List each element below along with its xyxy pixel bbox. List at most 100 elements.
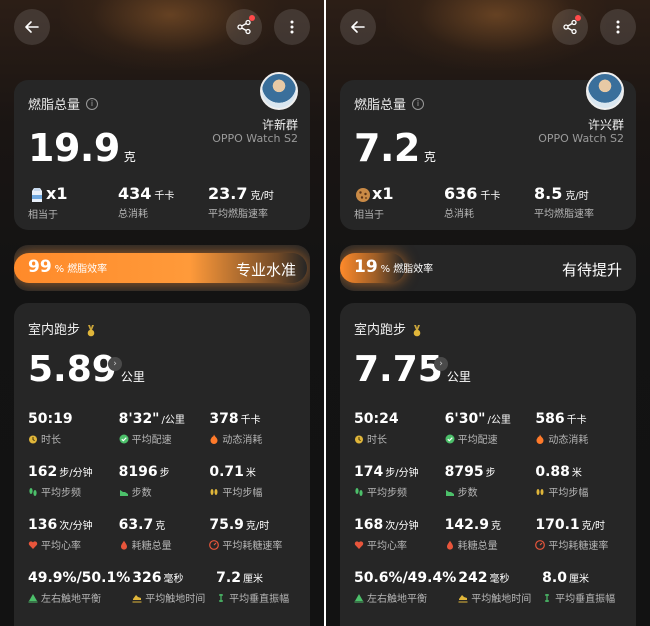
metric-item[interactable]: 0.88 米平均步幅 [535,464,626,517]
metric-item[interactable]: 50:19 时长 [28,411,119,464]
workout-card: 室内跑步 7.75 公里 › 50:24 时长 6'30"/公里 平均配速 586 千卡 动态… [340,303,636,626]
metric-item[interactable]: 49.9%/50.1% 左右触地平衡 [28,570,132,623]
fat-burn-efficiency-bar[interactable]: 99 % 燃脂效率 专业水准 [14,245,310,291]
fat-total-title: 燃脂总量 [354,98,407,113]
metric-item[interactable]: 8196 步步数 [119,464,210,517]
calories-unit: 千卡 [154,191,175,202]
metric-value: 7.2 [216,570,241,586]
metric-item[interactable]: 170.1 克/时 平均耗糖速率 [535,517,626,570]
metric-label: 平均心率 [41,541,81,552]
metric-item[interactable]: 75.9 克/时 平均耗糖速率 [209,517,300,570]
metric-row: 162 步/分钟 平均步频 8196 步步数 0.71 米平均步幅 [28,464,300,517]
equivalent-stat: x1 相当于 [28,184,118,221]
metric-value: 50:24 [354,411,399,427]
efficiency-rating: 专业水准 [235,261,296,279]
metric-value: 326 [132,570,162,586]
back-button[interactable] [340,9,376,45]
workout-title: 室内跑步 [354,323,407,338]
ground-contact-icon [458,593,468,603]
metric-unit: 千卡 [240,415,261,426]
shoe-icon [119,487,129,497]
metric-item[interactable]: 242 毫秒 平均触地时间 [458,570,542,623]
metric-value-wrap: 8'32"/公里 [119,411,210,427]
metric-label-wrap: 平均步幅 [535,484,626,499]
back-button[interactable] [14,9,50,45]
metric-value: 8196 [118,464,158,480]
burn-rate-stat: 23.7 克/时 平均燃脂速率 [208,184,298,221]
metric-value: 50.6%/49.4% [354,570,457,586]
rate-value: 8.5 [534,184,563,203]
metric-label-wrap: 平均触地时间 [458,590,542,605]
metric-row: 50.6%/49.4% 左右触地平衡 242 毫秒 平均触地时间 8.0 厘米 平均垂直振幅 [354,570,626,623]
equiv-value: x1 [46,184,68,203]
metric-value-wrap: 0.88 米 [535,464,626,480]
calories-label: 总消耗 [444,209,474,220]
metric-item[interactable]: 162 步/分钟 平均步频 [28,464,119,517]
metric-label: 时长 [41,435,61,446]
workout-card: 室内跑步 5.89 公里 › 50:19 时长 8'32"/公里 平均配速 378 千卡 动态… [14,303,310,626]
more-button[interactable] [600,9,636,45]
metric-unit: 千卡 [566,415,587,426]
balance-icon [354,593,364,603]
metric-item[interactable]: 326 毫秒 平均触地时间 [132,570,216,623]
fat-burn-summary-card[interactable]: 燃脂总量 i 许新群 OPPO Watch S2 19.9 克 x1 相当于 43… [14,72,310,230]
metric-item[interactable]: 63.7 克耗糖总量 [119,517,210,570]
metric-item[interactable]: 50.6%/49.4% 左右触地平衡 [354,570,458,623]
medal-icon [413,324,421,336]
metric-item[interactable]: 7.2 厘米 平均垂直振幅 [216,570,300,623]
share-button[interactable] [226,9,262,45]
share-button[interactable] [552,9,588,45]
metric-item[interactable]: 8'32"/公里 平均配速 [119,411,210,464]
metric-value: 50:19 [28,411,73,427]
avatar[interactable] [260,72,298,110]
milk-carton-icon [32,187,42,202]
metric-value-wrap: 75.9 克/时 [209,517,300,533]
metric-row: 50:24 时长 6'30"/公里 平均配速 586 千卡 动态消耗 [354,411,626,464]
fat-burn-efficiency-bar[interactable]: 19 % 燃脂效率 有待提升 [340,245,636,291]
metric-label-wrap: 平均心率 [354,537,445,552]
pace-check-icon [119,434,129,444]
more-button[interactable] [274,9,310,45]
metric-unit: 步 [485,468,496,479]
metric-item[interactable]: 168 次/分钟 平均心率 [354,517,445,570]
equiv-label: 相当于 [354,209,384,221]
metric-value: 8'32" [118,411,160,427]
fat-total-label-wrap: 燃脂总量 i [28,94,99,113]
metric-label: 平均垂直振幅 [555,594,616,605]
metric-label-wrap: 时长 [354,431,445,446]
info-icon[interactable]: i [86,97,99,110]
metric-item[interactable]: 0.71 米平均步幅 [209,464,300,517]
metric-value: 174 [354,464,384,480]
info-icon[interactable]: i [412,97,425,110]
metric-value-wrap: 50:19 [28,411,119,427]
distance-detail-button[interactable]: › [434,357,448,371]
metric-value: 6'30" [444,411,486,427]
share-icon [563,19,577,35]
summary-stats-row: x1 相当于 434 千卡 总消耗 23.7 克/时 平均燃脂速率 [28,184,298,221]
fat-burn-summary-card[interactable]: 燃脂总量 i 许兴群 OPPO Watch S2 7.2 克 x1 相当于 636… [340,72,636,230]
metric-item[interactable]: 136 次/分钟 平均心率 [28,517,119,570]
metric-row: 174 步/分钟 平均步频 8795 步步数 0.88 米平均步幅 [354,464,626,517]
metric-item[interactable]: 6'30"/公里 平均配速 [445,411,536,464]
metric-item[interactable]: 50:24 时长 [354,411,445,464]
metric-item[interactable]: 378 千卡 动态消耗 [209,411,300,464]
metric-unit: 克/时 [581,521,606,532]
metric-label-wrap: 平均配速 [445,431,536,446]
avatar[interactable] [586,72,624,110]
metric-item[interactable]: 174 步/分钟 平均步频 [354,464,445,517]
fat-total-value: 7.2 克 [354,126,436,170]
calories-value: 434 [118,184,152,203]
metric-label-wrap: 平均触地时间 [132,590,216,605]
metric-label-wrap: 平均步幅 [209,484,300,499]
metric-item[interactable]: 142.9 克耗糖总量 [445,517,536,570]
metric-label: 平均步频 [41,488,81,499]
metric-unit: 克 [490,521,501,532]
rate-unit: 克/时 [250,191,274,202]
distance-detail-button[interactable]: › [108,357,122,371]
metric-label-wrap: 耗糖总量 [445,537,536,552]
metric-item[interactable]: 8.0 厘米 平均垂直振幅 [542,570,626,623]
metric-item[interactable]: 8795 步步数 [445,464,536,517]
metric-label: 耗糖总量 [457,541,498,552]
drop-icon [445,540,455,550]
metric-item[interactable]: 586 千卡 动态消耗 [535,411,626,464]
